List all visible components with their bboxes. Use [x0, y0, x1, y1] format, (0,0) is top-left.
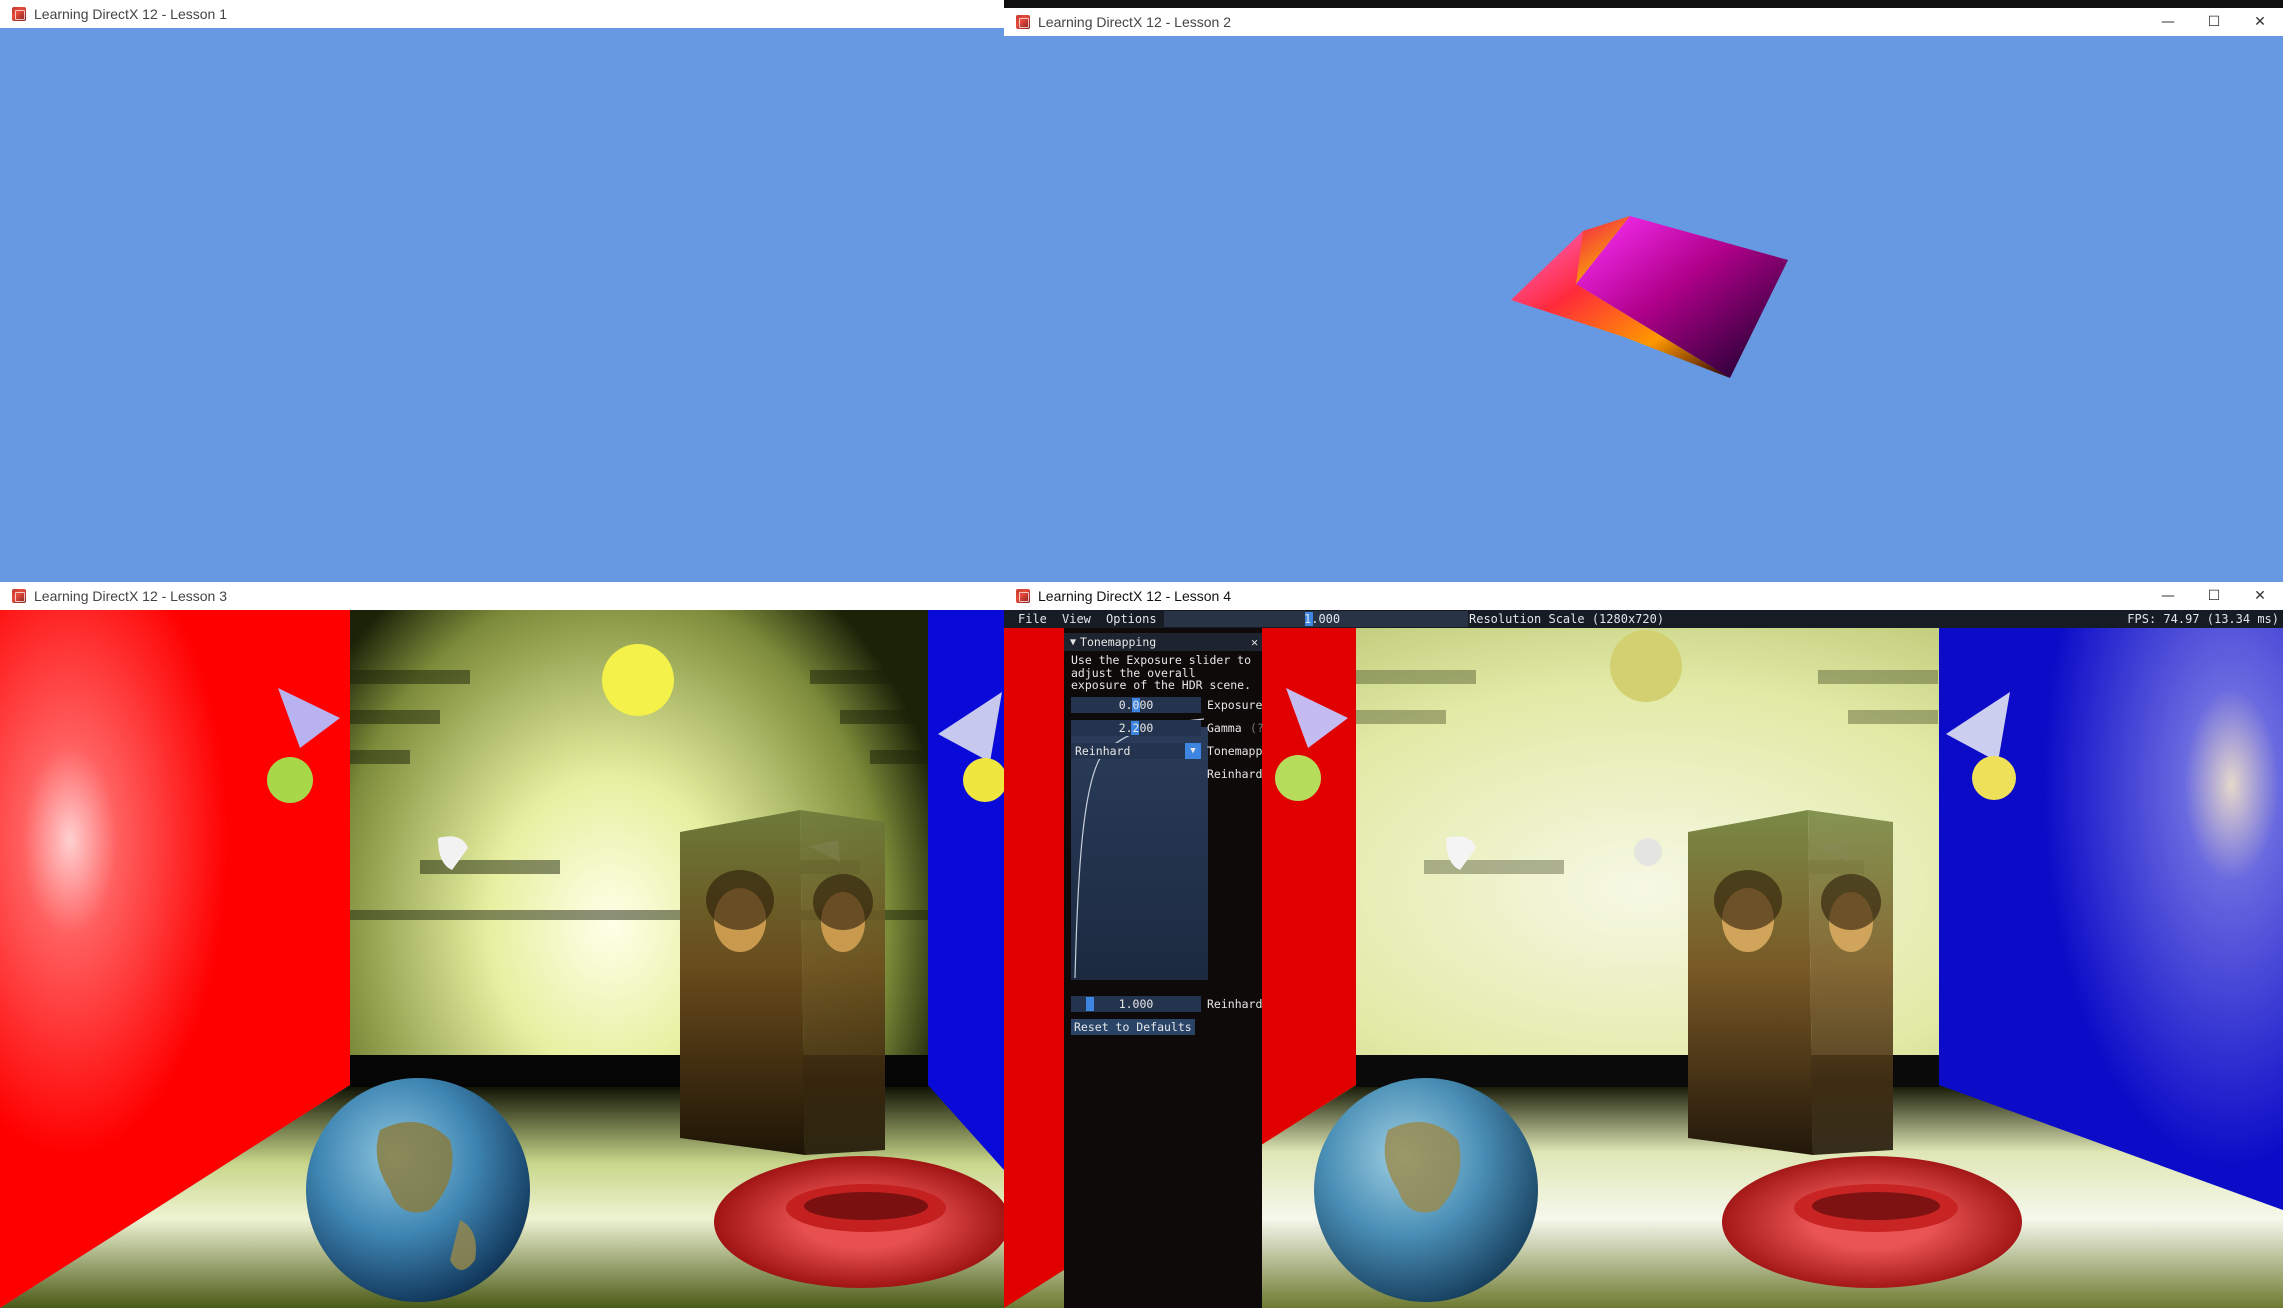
- tonemapping-panel: ▼ Tonemapping ✕ Use the Exposure slider …: [1064, 633, 1264, 1308]
- lesson2-render-area[interactable]: [1004, 36, 2283, 582]
- lesson1-title: Learning DirectX 12 - Lesson 1: [34, 6, 227, 22]
- tonemap-method-value: Reinhard: [1075, 744, 1131, 758]
- lesson4-window: Learning DirectX 12 - Lesson 4 — ☐ ✕ Fil…: [1004, 582, 2283, 1308]
- directx-app-icon: [12, 589, 26, 603]
- description-line: exposure of the HDR scene.: [1071, 678, 1252, 692]
- red-torus: [714, 1156, 1004, 1288]
- help-marker[interactable]: (?: [1250, 721, 1264, 735]
- max-luminance-grab[interactable]: [1086, 997, 1094, 1011]
- tonemapping-description: Use the Exposure slider to adjust the ov…: [1071, 654, 1251, 692]
- red-torus: [1722, 1156, 2022, 1288]
- description-line: Use the Exposure slider to: [1071, 653, 1252, 667]
- reset-to-defaults-button[interactable]: Reset to Defaults: [1071, 1019, 1195, 1035]
- green-sphere: [1275, 755, 1321, 801]
- yellow-light-sphere: [602, 644, 674, 716]
- lesson3-scene: [0, 610, 1004, 1308]
- lesson3-titlebar[interactable]: Learning DirectX 12 - Lesson 3: [0, 582, 1004, 610]
- gamma-label: Gamma: [1207, 721, 1242, 735]
- gamma-slider[interactable]: 2.200: [1071, 720, 1201, 736]
- lesson1-titlebar[interactable]: Learning DirectX 12 - Lesson 1: [0, 0, 1004, 28]
- resolution-scale-label: Resolution Scale (1280x720): [1469, 612, 1665, 626]
- lesson1-window: Learning DirectX 12 - Lesson 1: [0, 0, 1004, 582]
- yellow-light-sphere: [1610, 630, 1682, 702]
- directx-app-icon: [12, 7, 26, 21]
- lesson4-title: Learning DirectX 12 - Lesson 4: [1038, 588, 1231, 604]
- lesson2-titlebar[interactable]: Learning DirectX 12 - Lesson 2 — ☐ ✕: [1004, 8, 2283, 36]
- rotating-cube: [1511, 216, 1788, 378]
- minimize-icon[interactable]: —: [2145, 582, 2191, 610]
- close-icon[interactable]: ✕: [2237, 8, 2283, 36]
- lesson3-title: Learning DirectX 12 - Lesson 3: [34, 588, 227, 604]
- gamma-value: 2.200: [1118, 721, 1154, 735]
- tonemap-method-label: Tonemapp: [1207, 744, 1263, 758]
- mona-lisa-box: [1688, 810, 1893, 1155]
- max-luminance-label: Reinhard: [1207, 997, 1263, 1011]
- exposure-slider[interactable]: 0.000: [1071, 697, 1201, 713]
- reset-button-label: Reset to Defaults: [1074, 1020, 1192, 1034]
- max-luminance-slider[interactable]: 1.000: [1071, 996, 1201, 1012]
- lesson4-titlebar[interactable]: Learning DirectX 12 - Lesson 4 — ☐ ✕: [1004, 582, 2283, 610]
- mona-lisa-box: [680, 810, 885, 1155]
- directx-app-icon: [1016, 15, 1030, 29]
- lesson4-render-area[interactable]: File View Options 1.000 Resolution Scale…: [1004, 610, 2283, 1308]
- resolution-scale-slider[interactable]: 1.000: [1164, 611, 1468, 627]
- green-sphere: [267, 757, 313, 803]
- menu-options[interactable]: Options: [1106, 612, 1157, 626]
- lesson1-render-area[interactable]: [0, 28, 1004, 582]
- resolution-scale-value: 1.000: [1304, 612, 1341, 626]
- minimize-icon[interactable]: —: [2145, 8, 2191, 36]
- lesson3-render-area[interactable]: [0, 610, 1004, 1308]
- imgui-menubar: File View Options 1.000 Resolution Scale…: [1004, 610, 2283, 628]
- directx-app-icon: [1016, 589, 1030, 603]
- collapse-arrow-icon[interactable]: ▼: [1070, 637, 1076, 648]
- menu-view[interactable]: View: [1062, 612, 1091, 626]
- maximize-icon[interactable]: ☐: [2191, 8, 2237, 36]
- lesson2-window: Learning DirectX 12 - Lesson 2 — ☐ ✕: [1004, 8, 2283, 582]
- curve-label: Reinhard: [1207, 767, 1263, 781]
- maximize-icon[interactable]: ☐: [2191, 582, 2237, 610]
- yellow-sphere-right: [1972, 756, 2016, 800]
- tonemap-method-combo[interactable]: Reinhard ▼: [1071, 743, 1201, 759]
- exposure-label: Exposure: [1207, 698, 1263, 712]
- tonemapping-panel-titlebar[interactable]: ▼ Tonemapping ✕: [1064, 633, 1262, 651]
- fps-counter: FPS: 74.97 (13.34 ms): [2127, 612, 2279, 626]
- tonemapping-title: Tonemapping: [1080, 635, 1157, 649]
- max-luminance-value: 1.000: [1118, 997, 1154, 1011]
- menu-file[interactable]: File: [1018, 612, 1047, 626]
- lesson3-window: Learning DirectX 12 - Lesson 3: [0, 582, 1004, 1308]
- close-icon[interactable]: ✕: [2237, 582, 2283, 610]
- exposure-value: 0.000: [1118, 698, 1154, 712]
- panel-close-icon[interactable]: ✕: [1251, 635, 1258, 649]
- lesson2-title: Learning DirectX 12 - Lesson 2: [1038, 14, 1231, 30]
- dropdown-arrow-icon[interactable]: ▼: [1185, 743, 1201, 759]
